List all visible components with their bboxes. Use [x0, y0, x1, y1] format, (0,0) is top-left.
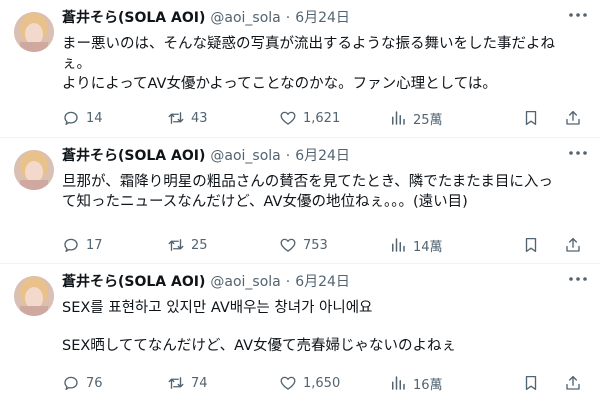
tweet-text-line: SEX晒しててなんだけど、AV女優て売春婦じゃないのよねぇ [62, 338, 457, 354]
tweet-text-line: て知ったニュースなんだけど、AV女優の地位ねぇ。。。(遠い目) [62, 194, 468, 210]
tweet-text-line: ぇ。 [62, 56, 91, 72]
bookmark-icon [525, 375, 537, 391]
retweet-count: 25 [191, 237, 208, 253]
user-handle[interactable]: @aoi_sola [210, 146, 280, 166]
separator-dot: · [285, 10, 291, 26]
retweet-icon [168, 377, 184, 389]
avatar[interactable] [14, 12, 54, 52]
retweet-icon [168, 239, 184, 251]
share-button[interactable] [564, 374, 588, 392]
display-name[interactable]: 蒼井そら(SOLA AOI) [62, 272, 205, 292]
views-icon [392, 238, 405, 252]
tweet[interactable]: 蒼井そら(SOLA AOI) @aoi_sola · 6月24日 まー悪いのは、… [0, 0, 600, 138]
share-button[interactable] [564, 109, 588, 127]
views-count: 16萬 [413, 377, 443, 393]
tweet-text-line: よりによってAV女優かよってことなのかな。ファン心理としては。 [62, 76, 497, 92]
tweet[interactable]: 蒼井そら(SOLA AOI) @aoi_sola · 6月24日 旦那が、霜降り… [0, 138, 600, 264]
reply-icon [64, 238, 78, 253]
heart-icon [280, 238, 296, 252]
views-button[interactable]: 25萬 [389, 109, 509, 128]
more-icon[interactable] [566, 144, 590, 164]
tweet-text-line: 旦那が、霜降り明星の粗品さんの賛否を見てたとき、隣でたまたま目に入っ [62, 174, 553, 190]
avatar[interactable] [14, 276, 54, 316]
tweet-date[interactable]: 6月24日 [295, 8, 350, 28]
separator-dot: · [285, 148, 291, 164]
tweet-text-line: SEX를 표현하고 있지만 AV배우는 창녀가 아니에요 [62, 300, 373, 316]
reply-count: 76 [86, 375, 103, 391]
retweet-count: 74 [191, 375, 208, 391]
share-icon [566, 110, 580, 125]
views-button[interactable]: 14萬 [389, 236, 509, 255]
tweet-date[interactable]: 6月24日 [295, 272, 350, 292]
bookmark-button[interactable] [522, 374, 546, 392]
views-count: 14萬 [413, 239, 443, 255]
heart-icon [280, 376, 296, 390]
tweet-text-line: まー悪いのは、そんな疑惑の写真が流出するような振る舞いをした事だよね [62, 36, 555, 52]
bookmark-icon [525, 110, 537, 126]
retweet-button[interactable]: 43 [167, 109, 279, 127]
bookmark-button[interactable] [522, 109, 546, 127]
like-count: 753 [303, 237, 328, 253]
like-button[interactable]: 753 [279, 236, 389, 254]
display-name[interactable]: 蒼井そら(SOLA AOI) [62, 8, 205, 28]
tweet-header: 蒼井そら(SOLA AOI) @aoi_sola · 6月24日 [62, 272, 588, 292]
more-icon[interactable] [566, 270, 590, 290]
action-bar: 17 25 753 14萬 [62, 234, 590, 256]
reply-icon [64, 376, 78, 391]
reply-count: 14 [86, 110, 103, 126]
retweet-icon [168, 112, 184, 124]
action-bar: 14 43 1,621 25萬 [62, 107, 590, 129]
views-icon [392, 376, 405, 390]
share-button[interactable] [564, 236, 588, 254]
share-icon [566, 237, 580, 252]
like-count: 1,650 [303, 375, 341, 391]
reply-button[interactable]: 17 [62, 236, 167, 254]
user-handle[interactable]: @aoi_sola [210, 8, 280, 28]
reply-count: 17 [86, 237, 103, 253]
more-icon[interactable] [566, 6, 590, 26]
separator-dot: · [285, 274, 291, 290]
like-count: 1,621 [303, 110, 341, 126]
heart-icon [280, 111, 296, 125]
bookmark-button[interactable] [522, 236, 546, 254]
views-icon [392, 111, 405, 125]
tweet-date[interactable]: 6月24日 [295, 146, 350, 166]
tweet-header: 蒼井そら(SOLA AOI) @aoi_sola · 6月24日 [62, 146, 588, 166]
avatar[interactable] [14, 150, 54, 190]
retweet-button[interactable]: 25 [167, 236, 279, 254]
retweet-button[interactable]: 74 [167, 374, 279, 392]
tweet-text: まー悪いのは、そんな疑惑の写真が流出するような振る舞いをした事だよね ぇ。 より… [62, 34, 588, 94]
bookmark-icon [525, 237, 537, 253]
reply-button[interactable]: 76 [62, 374, 167, 392]
like-button[interactable]: 1,621 [279, 109, 389, 127]
display-name[interactable]: 蒼井そら(SOLA AOI) [62, 146, 205, 166]
action-bar: 76 74 1,650 16萬 [62, 372, 590, 394]
share-icon [566, 375, 580, 390]
reply-icon [64, 111, 78, 126]
like-button[interactable]: 1,650 [279, 374, 389, 392]
views-button[interactable]: 16萬 [389, 374, 509, 393]
tweet[interactable]: 蒼井そら(SOLA AOI) @aoi_sola · 6月24日 SEX를 표현… [0, 264, 600, 402]
tweet-header: 蒼井そら(SOLA AOI) @aoi_sola · 6月24日 [62, 8, 588, 28]
tweet-text: SEX를 표현하고 있지만 AV배우는 창녀가 아니에요 SEX晒しててなんだけ… [62, 298, 588, 356]
retweet-count: 43 [191, 110, 208, 126]
user-handle[interactable]: @aoi_sola [210, 272, 280, 292]
views-count: 25萬 [413, 112, 443, 128]
reply-button[interactable]: 14 [62, 109, 167, 127]
tweet-text: 旦那が、霜降り明星の粗品さんの賛否を見てたとき、隣でたまたま目に入っ て知ったニ… [62, 172, 588, 212]
